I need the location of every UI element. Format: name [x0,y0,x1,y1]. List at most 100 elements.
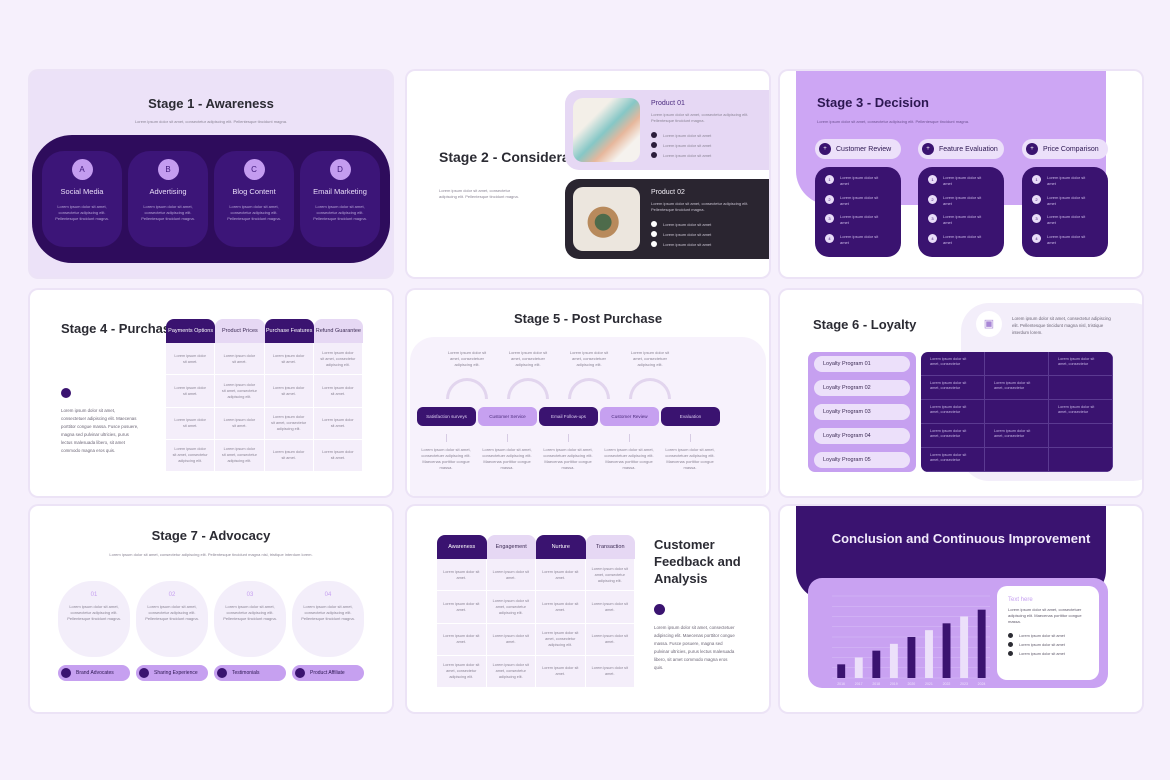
step-text: Lorem ipsum dolor sit amet, consectetuer… [543,447,593,470]
card-label: Blog Content [232,187,276,196]
timeline-step: Email Follow-ups [539,407,598,426]
slide-subtitle: Lorem ipsum dolor sit amet, consectetur … [817,119,970,124]
table-cell: Lorem ipsum dolor sit amet. [585,655,635,688]
product-text: Lorem ipsum dolor sit amet, consectetur … [651,112,749,123]
card-number: 02 [168,592,176,598]
timeline-step: Satisfaction surveys [417,407,476,426]
step-text: Lorem ipsum dolor sit amet, consectetuer… [665,447,715,470]
text-card: Text here Lorem ipsum dolor sit amet, co… [997,586,1099,680]
slide-text: Lorem ipsum dolor sit amet, consectetur … [439,188,519,199]
plus-icon: + [922,143,934,155]
slide-subtitle: Lorem ipsum dolor sit amet, consectetur … [134,119,288,124]
bullet-text: Lorem ipsum dolor sit amet [1019,651,1065,656]
card-label: Social Media [60,187,104,196]
item-text: Lorem ipsum dolor sit amet [1047,194,1086,206]
list-item: 4 Lorem ipsum dolor sit amet [1032,233,1108,254]
table-cell: Lorem ipsum dolor sit amet. [486,623,536,656]
number-badge: 3 [928,214,937,223]
grid-cell: Lorem ipsum dolor sit amet, consectetur [921,424,985,448]
table-cell: Lorem ipsum dolor sit amet. [264,343,314,376]
grid-cell: Lorem ipsum dolor sit amet, consectetur [921,352,985,376]
bullet-dot-icon [651,231,657,237]
number-badge: 4 [1032,233,1041,243]
criteria-pill: + Price Comparison [1022,139,1108,159]
table-cell: Lorem ipsum dolor sit amet. [166,343,216,376]
slide-stage-6[interactable]: Stage 6 - Loyalty ▣ Lorem ipsum dolor si… [780,290,1142,496]
bullet-dot-icon [1008,642,1013,647]
bar-2019 [889,643,898,678]
bullet-text: Lorem ipsum dolor sit amet [663,132,712,138]
loyalty-grid: Lorem ipsum dolor sit amet, consectetur L… [921,352,1113,472]
card-text: Lorem ipsum dolor sit amet, consectetur … [301,604,355,621]
slide-stage-3[interactable]: Stage 3 - Decision Lorem ipsum dolor sit… [780,71,1142,277]
slide-text: Lorem ipsum dolor sit amet, consectetuer… [61,408,139,453]
grid-cell: Lorem ipsum dolor sit amet, consectetur [921,376,985,400]
channel-card: A Social Media Lorem ipsum dolor sit ame… [42,151,122,247]
slide-conclusion[interactable]: Conclusion and Continuous Improvement 20… [780,506,1142,712]
item-text: Lorem ipsum dolor sit amet [840,233,879,245]
slide-stage-4[interactable]: Stage 4 - Purchase Lorem ipsum dolor sit… [30,290,392,496]
item-text: Lorem ipsum dolor sit amet [840,194,879,206]
list-item: 4 Lorem ipsum dolor sit amet [928,233,1004,254]
table-cell: Lorem ipsum dolor sit amet. [166,407,216,440]
tag-label: Brand Advocates [76,670,114,676]
table-cell: Lorem ipsum dolor sit amet, consectetur … [486,655,536,688]
bullet-dot-icon [1008,633,1013,638]
product-text: Lorem ipsum dolor sit amet, consectetur … [651,201,749,212]
number-badge: 2 [928,194,937,204]
bullet-text: Lorem ipsum dolor sit amet [1019,642,1065,647]
slide-stage-5[interactable]: Stage 5 - Post Purchase Satisfaction sur… [407,290,769,496]
timeline-step: Evaluation [661,407,720,426]
loyalty-program: Loyalty Program 03 [814,404,910,420]
bar-2021 [925,630,933,678]
grid-cell [1049,448,1113,472]
timeline-step: Customer Service [478,407,537,426]
slide-feedback[interactable]: Awareness Lorem ipsum dolor sit amet. Lore… [407,506,769,712]
criteria-pill: + Customer Review [815,139,901,159]
arc-text: Lorem ipsum dolor sit amet, consectetuer… [569,350,609,367]
product-name: Product 02 [651,189,685,196]
plus-icon [61,668,71,678]
criteria-list: 1 Lorem ipsum dolor sit amet 2 Lorem ipsum… [815,167,901,257]
channel-card: B Advertising Lorem ipsum dolor sit amet… [128,151,208,247]
grid-cell: Lorem ipsum dolor sit amet, consectetur [1049,352,1113,376]
criteria-pill: + Feature Evaluation [918,139,1004,159]
plus-icon [654,604,665,615]
bullet-dot-icon [651,152,657,158]
letter-badge: A [71,159,93,180]
plus-icon: + [1026,143,1038,155]
slide-stage-7[interactable]: Stage 7 - Advocacy Lorem ipsum dolor sit… [30,506,392,712]
slide-stage-2[interactable]: Stage 2 - Consideration Lorem ipsum dolo… [407,71,769,277]
criteria-list: 1 Lorem ipsum dolor sit amet 2 Lorem ipsum… [918,167,1004,257]
tag-label: Product Affiliate [310,670,345,676]
plus-icon [139,668,149,678]
column-header: Engagement [486,535,536,559]
loyalty-program: Loyalty Program 02 [814,380,910,396]
slide-stage-1[interactable]: Stage 1 - Awareness Lorem ipsum dolor si… [30,71,392,277]
letter-badge: D [329,159,351,180]
bullet: Lorem ipsum dolor sit amet [651,221,711,227]
table-cell: Lorem ipsum dolor sit amet, consectetur … [585,559,635,592]
step-text: Lorem ipsum dolor sit amet, consectetuer… [421,447,471,470]
plus-icon [217,668,227,678]
column-header: Transaction [585,535,635,559]
channel-card: D Email Marketing Lorem ipsum dolor sit … [300,151,380,247]
loyalty-program: Loyalty Program 04 [814,428,910,444]
x-tick-label: 2022 [943,682,951,686]
card-number: 03 [246,592,254,598]
table-column: Purchase Features Lorem ipsum dolor sit a… [264,319,314,472]
bullet-dot-icon [651,132,657,138]
bar-2023 [960,616,969,678]
column-header: Awareness [437,535,487,559]
table-cell: Lorem ipsum dolor sit amet, consectetur … [166,439,216,472]
info-text: Lorem ipsum dolor sit amet, consectetur … [1012,316,1111,335]
loyalty-program: Loyalty Program 01 [814,356,910,372]
arc-text: Lorem ipsum dolor sit amet, consectetuer… [508,350,548,367]
plus-icon [295,668,305,678]
table-cell: Lorem ipsum dolor sit amet. [437,623,487,656]
product-name: Product 01 [651,100,685,107]
bar-2020 [907,637,916,678]
item-text: Lorem ipsum dolor sit amet [1047,214,1086,225]
x-tick-label: 2017 [855,682,863,686]
card-text: Lorem ipsum dolor sit amet, consectetur … [227,204,281,221]
